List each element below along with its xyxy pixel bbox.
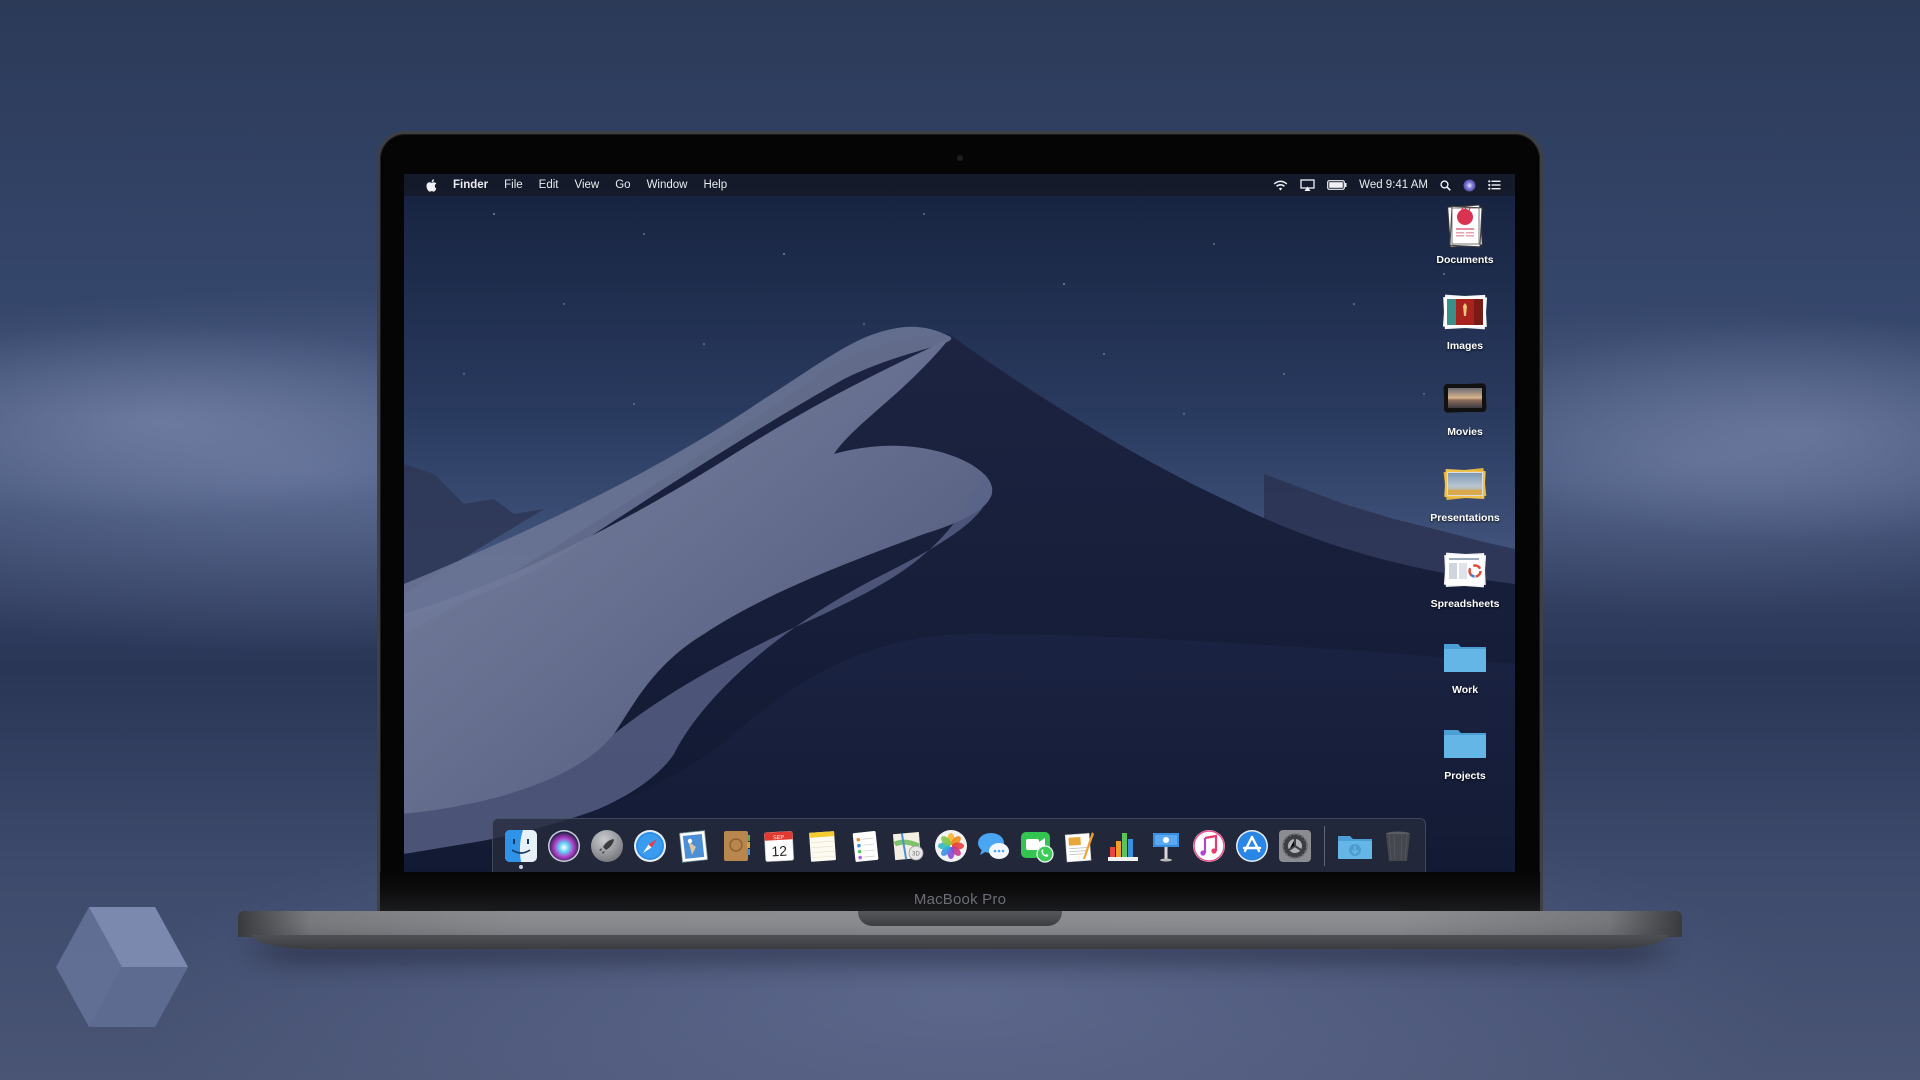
keynote-icon: [1152, 832, 1179, 861]
dock-item-mail[interactable]: [671, 822, 714, 870]
menu-window[interactable]: Window: [639, 179, 696, 191]
dock-item-system-preferences[interactable]: [1273, 822, 1316, 870]
dock-separator: [1324, 825, 1325, 866]
desktop-icon-label: Documents: [1436, 254, 1494, 266]
desktop-icon-label: Movies: [1447, 426, 1483, 438]
dock: SEP 12 3D: [492, 818, 1426, 872]
trash-icon: [1385, 831, 1410, 861]
system-preferences-icon: [1278, 829, 1311, 862]
desktop-icon-images[interactable]: Images: [1422, 288, 1508, 352]
dock-item-finder[interactable]: [499, 822, 542, 870]
calendar-day: 12: [771, 842, 788, 859]
contacts-icon: [723, 830, 750, 861]
spreadsheets-stack-icon: [1441, 546, 1489, 594]
calendar-icon: SEP 12: [763, 830, 794, 862]
dock-item-itunes[interactable]: [1187, 822, 1230, 870]
wifi-icon[interactable]: [1273, 180, 1288, 191]
desktop-icon-spreadsheets[interactable]: Spreadsheets: [1422, 546, 1508, 610]
cube-logo-icon: [56, 907, 188, 1027]
desktop-icon-label: Images: [1446, 340, 1484, 352]
calendar-month: SEP: [772, 834, 784, 841]
desktop-icon-projects[interactable]: Projects: [1422, 718, 1508, 782]
dock-item-reminders[interactable]: [843, 822, 886, 870]
finder-icon: [504, 829, 537, 862]
airplay-icon[interactable]: [1300, 179, 1315, 191]
dock-item-launchpad[interactable]: [585, 822, 628, 870]
apple-menu-icon[interactable]: [418, 178, 445, 192]
maps-icon: 3D: [892, 831, 923, 860]
safari-icon: [633, 829, 666, 862]
dock-item-maps[interactable]: 3D: [886, 822, 929, 870]
menu-edit[interactable]: Edit: [531, 179, 567, 191]
battery-icon[interactable]: [1327, 180, 1347, 190]
images-stack-icon: [1441, 288, 1489, 336]
notification-center-icon[interactable]: [1488, 180, 1501, 190]
laptop-opening-notch: [858, 911, 1062, 926]
facetime-icon: [1020, 831, 1054, 863]
desktop-wallpaper: [404, 174, 1515, 872]
dock-item-safari[interactable]: [628, 822, 671, 870]
mail-icon: [678, 829, 708, 863]
app-store-icon: [1235, 829, 1268, 862]
documents-stack-icon: [1441, 202, 1489, 250]
running-indicator: [518, 864, 523, 869]
dock-item-downloads[interactable]: [1333, 822, 1376, 870]
dock-item-photos[interactable]: [929, 822, 972, 870]
movies-stack-icon: [1441, 374, 1489, 422]
desktop-icon-presentations[interactable]: Presentations: [1422, 460, 1508, 524]
notes-icon: [808, 830, 836, 862]
numbers-icon: [1107, 832, 1138, 861]
laptop-base-lip: [252, 935, 1668, 949]
itunes-icon: [1192, 829, 1225, 862]
desktop-icon-documents[interactable]: Documents: [1422, 202, 1508, 266]
desktop-icon-label: Projects: [1444, 770, 1486, 782]
menu-app-name[interactable]: Finder: [445, 179, 496, 191]
dock-item-facetime[interactable]: [1015, 822, 1058, 870]
dock-item-notes[interactable]: [800, 822, 843, 870]
svg-text:3D: 3D: [912, 851, 920, 857]
camera-icon: [957, 155, 963, 161]
dock-item-calendar[interactable]: SEP 12: [757, 822, 800, 870]
menu-file[interactable]: File: [496, 179, 531, 191]
desktop-icon-label: Presentations: [1430, 512, 1500, 524]
dock-item-siri[interactable]: [542, 822, 585, 870]
spotlight-icon[interactable]: [1440, 179, 1451, 191]
siri-icon: [547, 829, 580, 862]
clock[interactable]: Wed 9:41 AM: [1359, 179, 1428, 191]
messages-icon: [977, 832, 1009, 859]
photos-icon: [934, 829, 967, 862]
folder-icon: [1441, 632, 1489, 680]
dock-item-contacts[interactable]: [714, 822, 757, 870]
dock-item-keynote[interactable]: [1144, 822, 1187, 870]
dock-item-messages[interactable]: [972, 822, 1015, 870]
dock-item-app-store[interactable]: [1230, 822, 1273, 870]
desktop-icon-movies[interactable]: Movies: [1422, 374, 1508, 438]
dock-item-pages[interactable]: [1058, 822, 1101, 870]
desktop-icon-label: Work: [1451, 684, 1479, 696]
model-label: MacBook Pro: [913, 891, 1007, 908]
reminders-icon: [852, 830, 878, 862]
menu-help[interactable]: Help: [695, 179, 735, 191]
dock-item-trash[interactable]: [1376, 822, 1419, 870]
presentations-stack-icon: [1441, 460, 1489, 508]
launchpad-icon: [590, 829, 623, 862]
menu-view[interactable]: View: [567, 179, 608, 191]
desktop-icon-label: Spreadsheets: [1430, 598, 1500, 610]
downloads-folder-icon: [1337, 835, 1372, 859]
desktop-icon-work[interactable]: Work: [1422, 632, 1508, 696]
menu-bar: Finder File Edit View Go Window Help Wed…: [404, 174, 1515, 196]
dock-item-numbers[interactable]: [1101, 822, 1144, 870]
siri-icon[interactable]: [1463, 179, 1476, 192]
menu-go[interactable]: Go: [607, 179, 638, 191]
folder-icon: [1441, 718, 1489, 766]
screen: Finder File Edit View Go Window Help Wed…: [404, 174, 1515, 872]
pages-icon: [1064, 831, 1094, 862]
